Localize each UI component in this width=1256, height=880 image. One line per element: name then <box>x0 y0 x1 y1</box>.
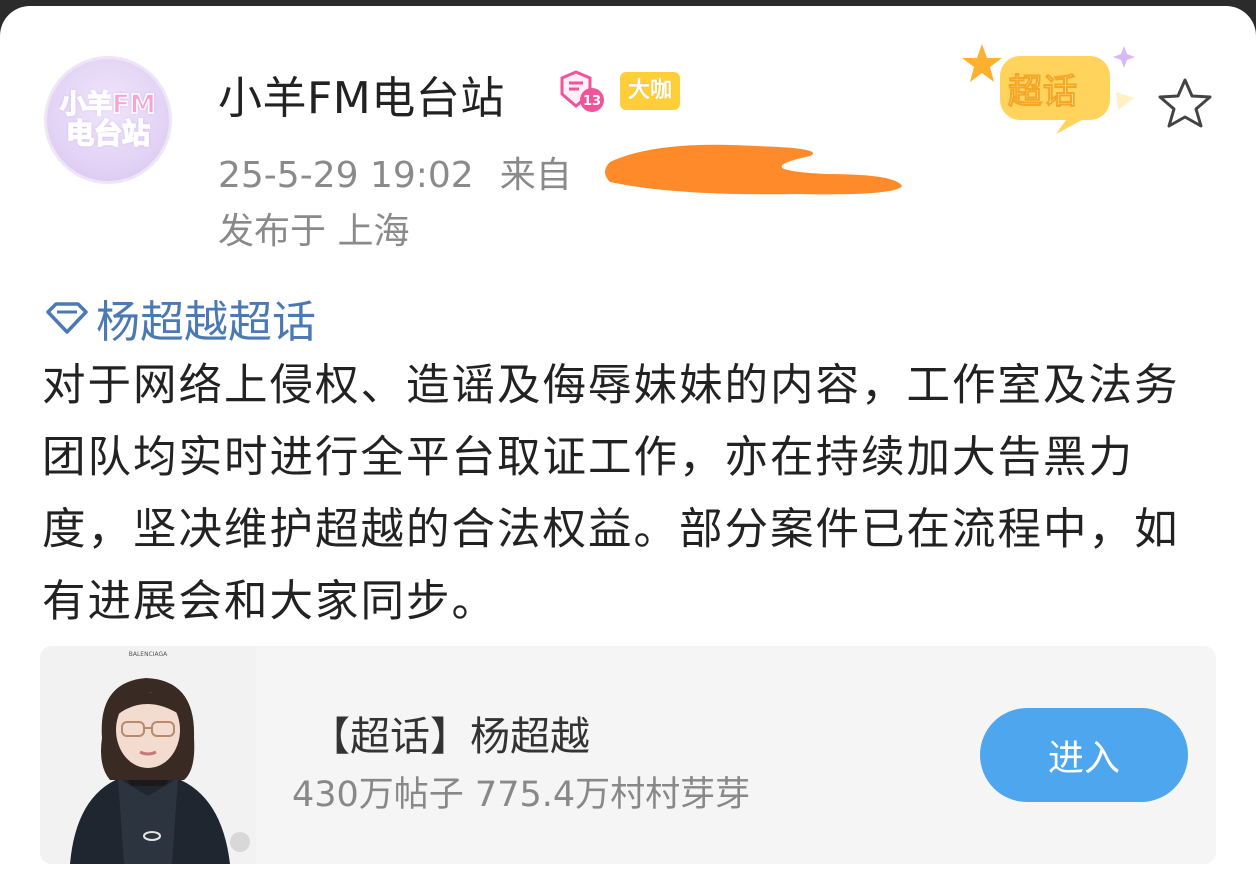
topic-link-label: 杨超越超话 <box>96 297 316 348</box>
super-topic-card[interactable]: BALENCIAGA 【超话】杨超越 430万帖子 775.4万村村芽芽 进入 <box>40 646 1216 864</box>
post-body: 对于网络上侵权、造谣及侮辱妹妹的内容，工作室及法务团队均实时进行全平台取证工作，… <box>42 361 1180 627</box>
enter-button[interactable]: 进入 <box>980 708 1188 802</box>
thumb-brand-text: BALENCIAGA <box>129 651 168 658</box>
level-number: 13 <box>583 94 601 109</box>
post-location: 发布于 上海 <box>218 211 410 252</box>
post-source-prefix: 来自 <box>499 155 572 196</box>
avatar-text-line2: 电台站 <box>65 117 151 150</box>
post-card: 小羊FM 电台站 小羊FM电台站 13 大咖 25-5-29 19:02 来自 发… <box>0 6 1256 880</box>
post-time: 25-5-29 19:02 <box>218 155 474 196</box>
avatar-text-line1: 小羊FM <box>59 90 156 120</box>
topic-link[interactable]: 杨超越超话 <box>44 286 316 350</box>
redaction-scribble <box>605 144 902 195</box>
topic-thumbnail: BALENCIAGA <box>40 646 256 864</box>
diamond-icon <box>46 302 88 334</box>
topic-card-stats: 430万帖子 775.4万村村芽芽 <box>292 775 751 815</box>
star-favorite-icon[interactable] <box>1156 76 1214 130</box>
author-name[interactable]: 小羊FM电台站 <box>218 62 505 126</box>
daka-badge: 大咖 <box>620 72 681 110</box>
topic-card-title: 【超话】杨超越 <box>310 714 590 760</box>
level-badge-icon: 13 <box>560 70 604 112</box>
post-meta: 25-5-29 19:02 来自 <box>218 146 572 198</box>
super-topic-sticker-label: 超话 <box>1008 72 1078 113</box>
author-avatar[interactable]: 小羊FM 电台站 <box>44 56 172 184</box>
